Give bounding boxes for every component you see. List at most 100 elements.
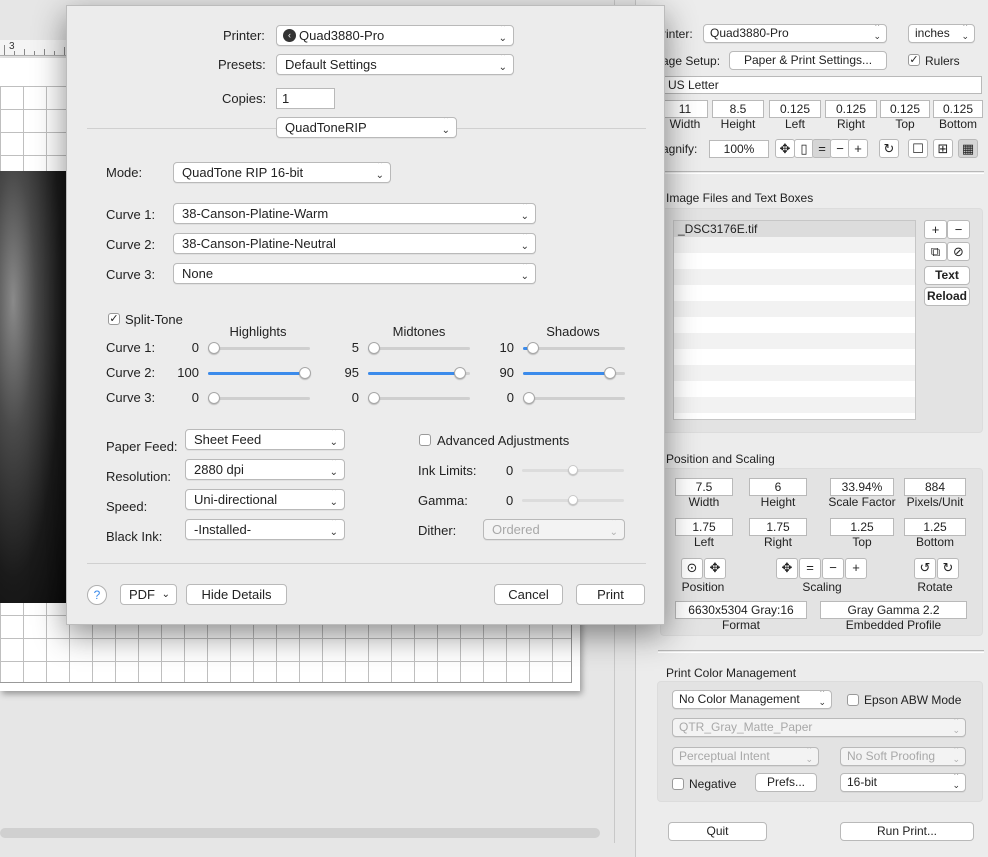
- minus-icon[interactable]: −: [830, 139, 850, 158]
- margin-left-field[interactable]: 1.75: [675, 518, 733, 536]
- horizontal-scrollbar[interactable]: [0, 828, 600, 838]
- paper-right-field[interactable]: 0.125: [825, 100, 877, 118]
- hide-details-button[interactable]: Hide Details: [186, 584, 287, 605]
- rotate-icon[interactable]: ↻: [879, 139, 899, 158]
- scale-equals-button[interactable]: =: [799, 558, 821, 579]
- prefs-button[interactable]: Prefs...: [755, 773, 817, 792]
- list-item[interactable]: [674, 365, 915, 381]
- print-button[interactable]: Print: [576, 584, 645, 605]
- dither-select[interactable]: Ordered: [483, 519, 625, 540]
- curve2-select[interactable]: 38-Canson-Platine-Neutral: [173, 233, 536, 254]
- split-slider[interactable]: [368, 392, 470, 404]
- list-item[interactable]: [674, 397, 915, 413]
- split-slider-knob[interactable]: [453, 367, 466, 379]
- soft-proofing-select[interactable]: No Soft Proofing: [840, 747, 966, 766]
- gamma-knob[interactable]: [568, 495, 578, 505]
- presets-select[interactable]: Default Settings: [276, 54, 514, 75]
- paper-left-field[interactable]: 0.125: [769, 100, 821, 118]
- paper-height-field[interactable]: 8.5: [712, 100, 764, 118]
- paper-feed-select[interactable]: Sheet Feed: [185, 429, 345, 450]
- list-item[interactable]: [674, 301, 915, 317]
- list-item[interactable]: [674, 285, 915, 301]
- move-icon[interactable]: ✥: [775, 139, 795, 158]
- split-slider[interactable]: [523, 392, 625, 404]
- image-width-field[interactable]: 7.5: [675, 478, 733, 496]
- image-height-field[interactable]: 6: [749, 478, 807, 496]
- split-slider[interactable]: [208, 342, 310, 354]
- move-position-icon[interactable]: ✥: [704, 558, 726, 579]
- split-slider-knob[interactable]: [208, 342, 220, 354]
- pdf-button[interactable]: PDF ⌄: [120, 584, 177, 605]
- margin-top-field[interactable]: 1.25: [830, 518, 894, 536]
- margin-bottom-field[interactable]: 1.25: [904, 518, 966, 536]
- speed-select[interactable]: Uni-directional: [185, 489, 345, 510]
- ink-limits-knob[interactable]: [568, 465, 578, 475]
- dialog-printer-select[interactable]: ‹ Quad3880-Pro: [276, 25, 514, 46]
- equals-icon[interactable]: =: [812, 139, 832, 158]
- scale-plus-button[interactable]: +: [845, 558, 867, 579]
- split-slider-knob[interactable]: [523, 392, 535, 404]
- ink-limits-slider[interactable]: [522, 465, 624, 475]
- mode-select[interactable]: QuadTone RIP 16-bit: [173, 162, 391, 183]
- paper-top-field[interactable]: 0.125: [880, 100, 930, 118]
- paper-profile-select[interactable]: QTR_Gray_Matte_Paper: [672, 718, 966, 737]
- paper-name-field[interactable]: US Letter: [662, 76, 982, 94]
- split-slider-knob[interactable]: [368, 342, 380, 354]
- split-slider-knob[interactable]: [603, 367, 616, 379]
- list-item[interactable]: [674, 269, 915, 285]
- split-slider[interactable]: [368, 342, 470, 354]
- cancel-button[interactable]: Cancel: [494, 584, 563, 605]
- rendering-intent-select[interactable]: Perceptual Intent: [672, 747, 819, 766]
- printer-select[interactable]: Quad3880-Pro: [703, 24, 887, 43]
- scale-move-icon[interactable]: ✥: [776, 558, 798, 579]
- gamma-slider[interactable]: [522, 495, 624, 505]
- list-item[interactable]: _DSC3176E.tif: [674, 221, 915, 237]
- resolution-select[interactable]: 2880 dpi: [185, 459, 345, 480]
- fine-grid-icon[interactable]: ▦: [958, 139, 978, 158]
- epson-abw-checkbox[interactable]: [847, 694, 859, 706]
- quad-grid-icon[interactable]: ⊞: [933, 139, 953, 158]
- split-slider[interactable]: [208, 367, 311, 379]
- reload-button[interactable]: Reload: [924, 287, 970, 306]
- copies-field[interactable]: 1: [276, 88, 335, 109]
- split-slider-knob[interactable]: [527, 342, 540, 354]
- magnify-field[interactable]: 100%: [709, 140, 769, 158]
- margin-right-field[interactable]: 1.75: [749, 518, 807, 536]
- page-icon[interactable]: ▯: [794, 139, 814, 158]
- paper-width-field[interactable]: 11: [662, 100, 708, 118]
- run-print-button[interactable]: Run Print...: [840, 822, 974, 841]
- list-item[interactable]: [674, 333, 915, 349]
- clear-icon[interactable]: ⊘: [947, 242, 970, 261]
- scale-factor-field[interactable]: 33.94%: [830, 478, 894, 496]
- split-slider-knob[interactable]: [298, 367, 311, 379]
- file-list[interactable]: _DSC3176E.tif: [673, 220, 916, 420]
- add-file-button[interactable]: +: [924, 220, 947, 239]
- split-slider[interactable]: [368, 367, 470, 379]
- list-item[interactable]: [674, 237, 915, 253]
- remove-file-button[interactable]: −: [947, 220, 970, 239]
- help-button[interactable]: ?: [87, 585, 107, 605]
- scale-minus-button[interactable]: −: [822, 558, 844, 579]
- advanced-adjustments-checkbox[interactable]: [419, 434, 431, 446]
- color-management-select[interactable]: No Color Management: [672, 690, 832, 709]
- list-item[interactable]: [674, 349, 915, 365]
- quit-button[interactable]: Quit: [668, 822, 767, 841]
- curve3-select[interactable]: None: [173, 263, 536, 284]
- split-slider-knob[interactable]: [208, 392, 220, 404]
- split-slider[interactable]: [523, 367, 625, 379]
- duplicate-icon[interactable]: ⧉: [924, 242, 947, 261]
- bit-depth-select[interactable]: 16-bit: [840, 773, 966, 792]
- image-preview[interactable]: [0, 171, 66, 603]
- center-icon[interactable]: ⊙: [681, 558, 703, 579]
- split-slider[interactable]: [208, 392, 310, 404]
- single-view-icon[interactable]: ☐: [908, 139, 928, 158]
- plus-icon[interactable]: +: [848, 139, 868, 158]
- negative-checkbox[interactable]: [672, 778, 684, 790]
- rulers-checkbox[interactable]: ✓: [908, 54, 920, 66]
- rotate-right-icon[interactable]: ↻: [937, 558, 959, 579]
- black-ink-select[interactable]: -Installed-: [185, 519, 345, 540]
- add-text-button[interactable]: Text: [924, 266, 970, 285]
- list-item[interactable]: [674, 253, 915, 269]
- rotate-left-icon[interactable]: ↺: [914, 558, 936, 579]
- split-slider[interactable]: [523, 342, 625, 354]
